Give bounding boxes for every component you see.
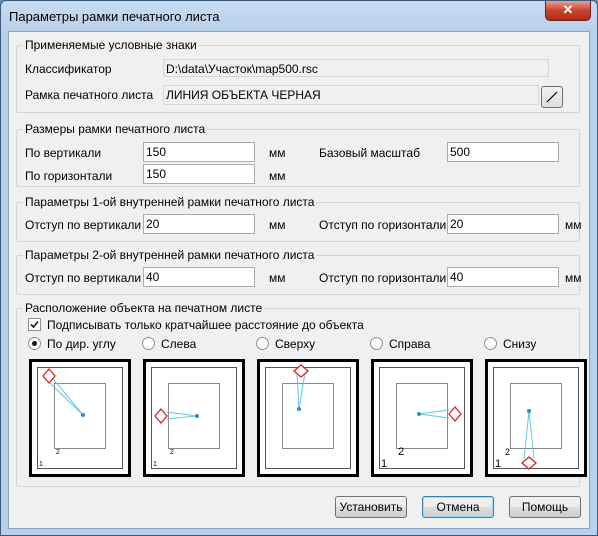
- preview-by-angle: 1 2: [29, 359, 131, 477]
- scale-input[interactable]: 500: [447, 142, 559, 162]
- radio-top-label[interactable]: Сверху: [275, 337, 315, 351]
- radio-by-angle[interactable]: [28, 337, 41, 350]
- inner1-group: Параметры 1-ой внутренней рамки печатног…: [16, 195, 582, 242]
- preview-by-angle-num-1: 1: [39, 461, 43, 468]
- preview-bottom: 1 2: [485, 359, 587, 477]
- preview-bottom-num-2: 2: [505, 447, 510, 457]
- horizontal-unit: мм: [269, 169, 286, 183]
- symbols-legend: Применяемые условные знаки: [23, 38, 199, 52]
- select-line-button[interactable]: [541, 86, 563, 108]
- frame-label: Рамка печатного листа: [25, 88, 154, 102]
- shortest-distance-checkbox[interactable]: [28, 318, 41, 331]
- inner1-vertical-unit: мм: [269, 218, 286, 232]
- inner2-vertical-unit: мм: [269, 271, 286, 285]
- radio-top[interactable]: [256, 337, 269, 350]
- preview-left-num-2: 2: [170, 449, 174, 456]
- checkmark-icon: [30, 320, 39, 329]
- preview-left-num-1: 1: [153, 461, 157, 468]
- dialog-client: Применяемые условные знаки Классификатор…: [8, 31, 590, 529]
- classifier-label: Классификатор: [25, 62, 112, 76]
- frame-field: ЛИНИЯ ОБЪЕКТА ЧЕРНАЯ: [163, 85, 539, 105]
- preview-right-num-2: 2: [398, 446, 404, 458]
- inner1-horizontal-unit: мм: [565, 218, 582, 232]
- vertical-label: По вертикали: [25, 146, 102, 160]
- cancel-button[interactable]: Отмена: [422, 496, 494, 518]
- vertical-input[interactable]: 150: [143, 142, 255, 162]
- radio-right[interactable]: [370, 337, 383, 350]
- preview-right: 1 2: [371, 359, 473, 477]
- preview-top: [257, 359, 359, 477]
- sizes-legend: Размеры рамки печатного листа: [23, 122, 208, 136]
- radio-bottom[interactable]: [484, 337, 497, 350]
- inner2-group: Параметры 2-ой внутренней рамки печатног…: [16, 248, 582, 295]
- apply-button[interactable]: Установить: [335, 496, 407, 518]
- radio-left[interactable]: [142, 337, 155, 350]
- preview-bottom-num-1: 1: [495, 458, 501, 470]
- inner1-horizontal-input[interactable]: 20: [447, 214, 559, 234]
- help-button[interactable]: Помощь: [509, 496, 581, 518]
- inner1-vertical-label: Отступ по вертикали: [25, 218, 142, 232]
- preview-left: 1 2: [143, 359, 245, 477]
- inner2-legend: Параметры 2-ой внутренней рамки печатног…: [23, 248, 317, 262]
- placement-legend: Расположение объекта на печатном листе: [23, 301, 265, 315]
- horizontal-label: По горизонтали: [25, 169, 113, 183]
- inner2-horizontal-input[interactable]: 40: [447, 267, 559, 287]
- inner2-vertical-label: Отступ по вертикали: [25, 271, 142, 285]
- inner2-horizontal-label: Отступ по горизонтали: [319, 271, 447, 285]
- preview-right-num-1: 1: [381, 458, 387, 470]
- radio-left-label[interactable]: Слева: [161, 337, 196, 351]
- inner2-horizontal-unit: мм: [565, 271, 582, 285]
- radio-right-label[interactable]: Справа: [389, 337, 430, 351]
- symbols-group: Применяемые условные знаки Классификатор…: [16, 38, 580, 113]
- preview-by-angle-num-2: 2: [56, 449, 60, 456]
- horizontal-input[interactable]: 150: [143, 164, 255, 184]
- inner1-legend: Параметры 1-ой внутренней рамки печатног…: [23, 195, 317, 209]
- sizes-group: Размеры рамки печатного листа По вертика…: [16, 122, 580, 187]
- window-title: Параметры рамки печатного листа: [9, 9, 220, 24]
- scale-label: Базовый масштаб: [319, 146, 420, 160]
- inner1-vertical-input[interactable]: 20: [143, 214, 255, 234]
- inner2-vertical-input[interactable]: 40: [143, 267, 255, 287]
- close-button[interactable]: ✕: [545, 1, 591, 21]
- radio-by-angle-label[interactable]: По дир. углу: [47, 337, 116, 351]
- vertical-unit: мм: [269, 146, 286, 160]
- close-icon: ✕: [562, 2, 574, 17]
- radio-bottom-label[interactable]: Снизу: [503, 337, 536, 351]
- dialog-window: Параметры рамки печатного листа ✕ Примен…: [0, 0, 598, 536]
- pen-icon: [546, 91, 558, 103]
- inner1-horizontal-label: Отступ по горизонтали: [319, 218, 447, 232]
- classifier-field: D:\data\Участок\map500.rsc: [163, 59, 549, 77]
- placement-group: Расположение объекта на печатном листе П…: [16, 301, 587, 487]
- shortest-distance-label: Подписывать только кратчайшее расстояние…: [47, 318, 364, 332]
